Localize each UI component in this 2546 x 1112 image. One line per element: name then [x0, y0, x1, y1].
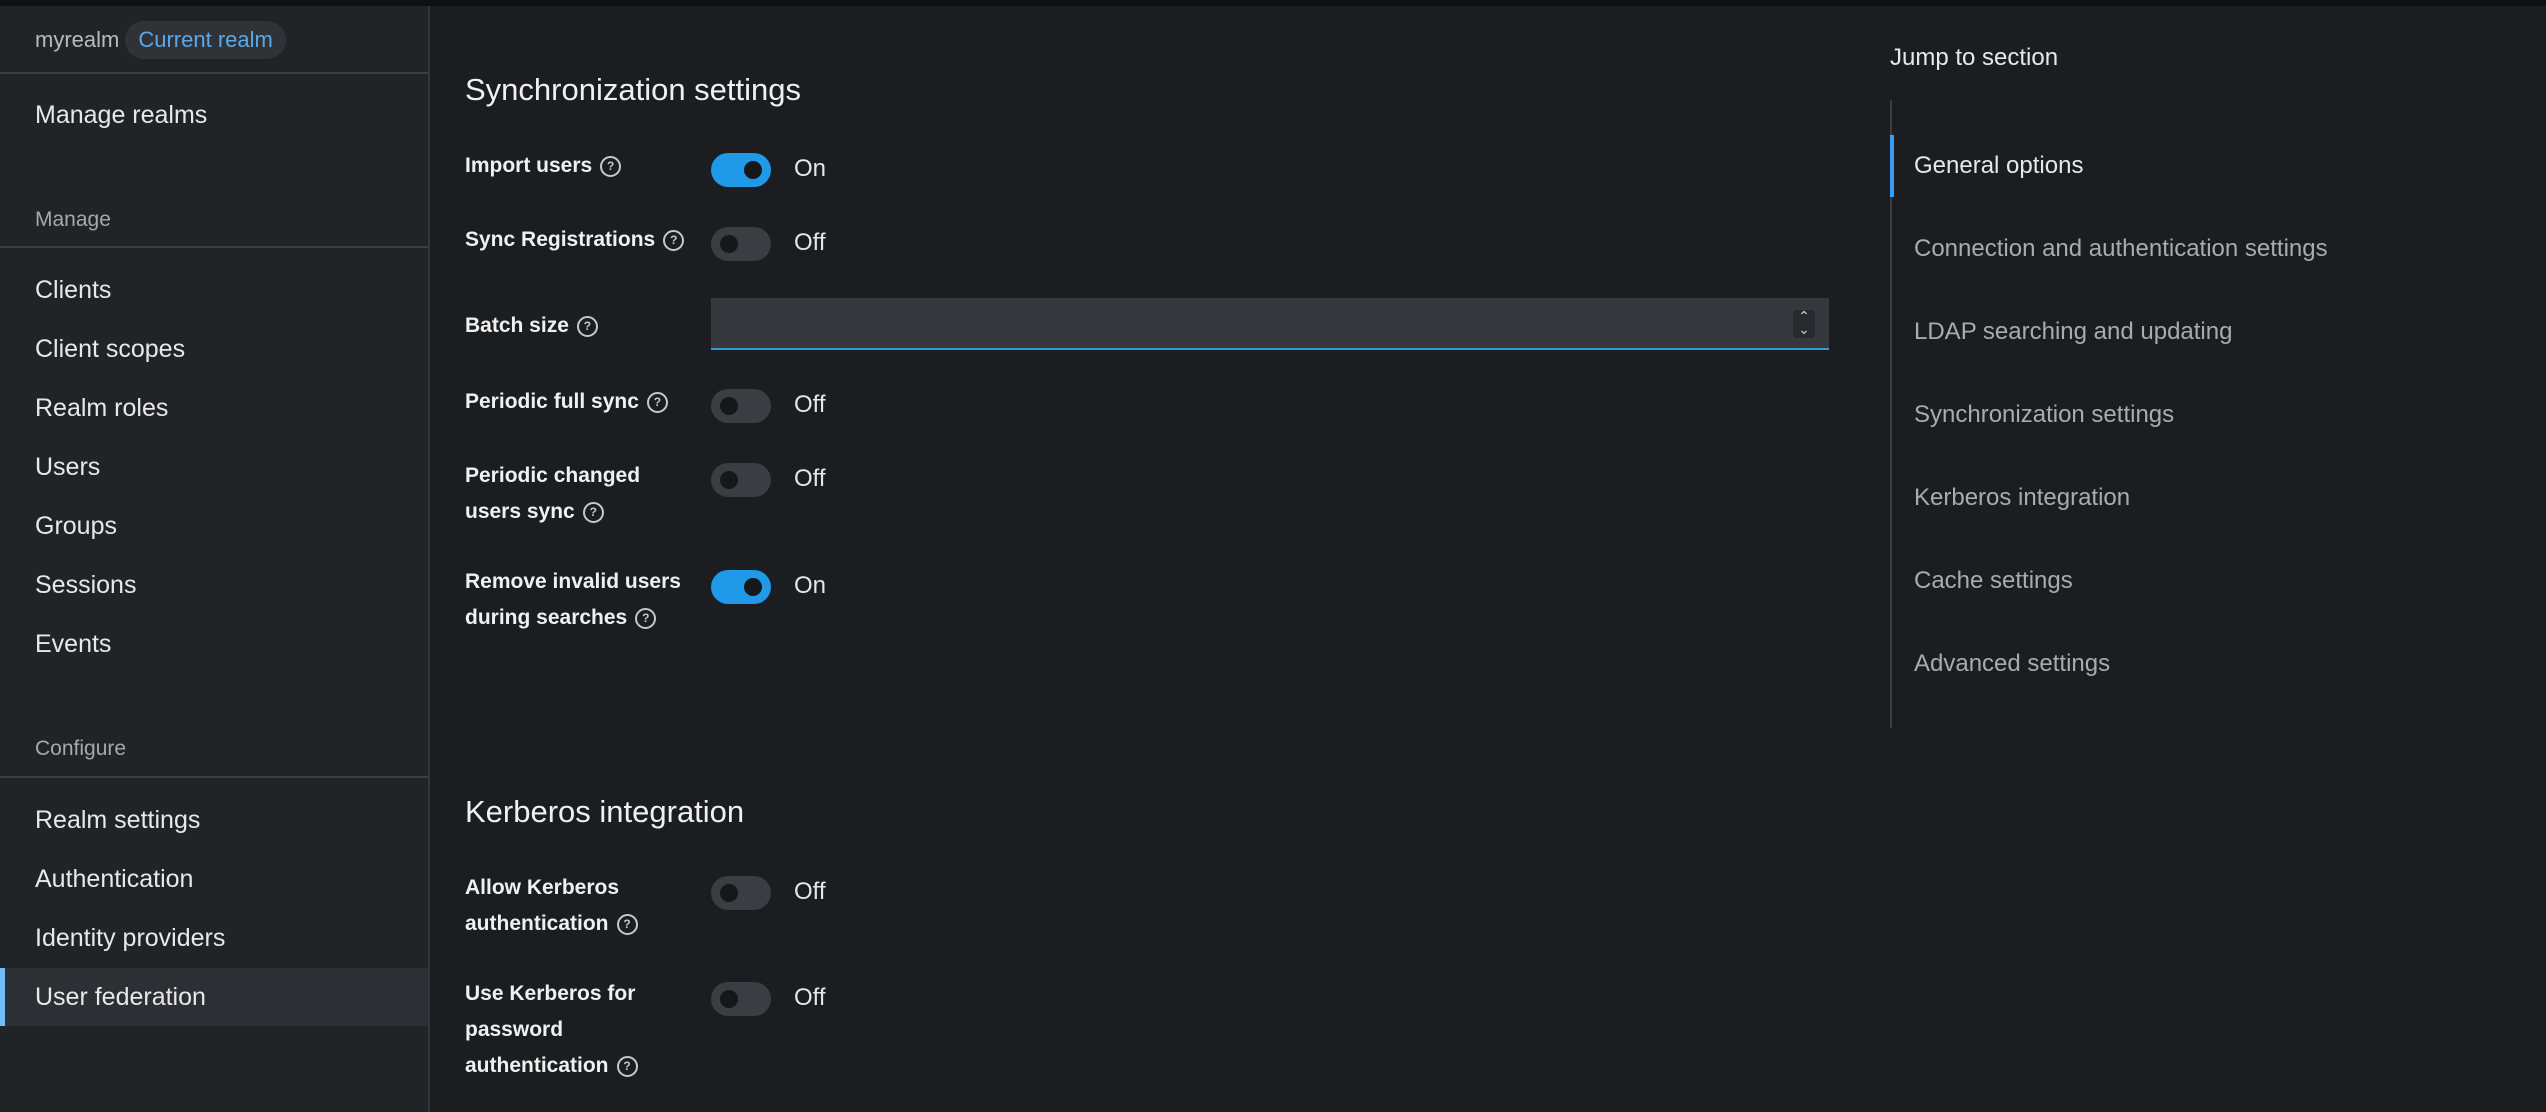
help-circle-icon[interactable]: ?: [663, 229, 685, 251]
toggle-knob: [720, 235, 738, 253]
periodic-full-sync-label-text: Periodic full sync: [465, 390, 639, 413]
realm-name: myrealm: [35, 27, 120, 52]
import-users-label-text: Import users: [465, 154, 593, 177]
section-title-synchronization: Synchronization settings: [465, 72, 802, 107]
sidebar-item-users[interactable]: Users: [0, 438, 428, 496]
jump-item-kerberos[interactable]: Kerberos integration: [1890, 467, 2450, 529]
sidebar-item-realm-settings[interactable]: Realm settings: [0, 791, 428, 849]
periodic-changed-sync-label: Periodic changed users sync?: [465, 458, 685, 530]
sync-registrations-toggle[interactable]: [711, 227, 771, 261]
batch-size-input[interactable]: ⌃ ⌄: [711, 298, 1829, 350]
sidebar-item-client-scopes[interactable]: Client scopes: [0, 320, 428, 378]
current-realm-badge: Current realm: [125, 21, 286, 59]
label-line: authentication: [465, 912, 609, 935]
help-circle-icon[interactable]: ?: [582, 501, 604, 523]
help-circle-icon[interactable]: ?: [576, 315, 598, 337]
jump-item-advanced[interactable]: Advanced settings: [1890, 633, 2450, 695]
jump-item-general-options[interactable]: General options: [1890, 135, 2450, 197]
jump-to-section-title: Jump to section: [1890, 44, 2059, 71]
sidebar-item-authentication[interactable]: Authentication: [0, 850, 428, 908]
sidebar-item-user-federation[interactable]: User federation: [0, 968, 428, 1026]
use-kerberos-password-toggle[interactable]: [711, 982, 771, 1016]
sidebar-item-identity-providers[interactable]: Identity providers: [0, 909, 428, 967]
label-line: Periodic changed: [465, 464, 641, 487]
allow-kerberos-state: Off: [794, 878, 826, 905]
allow-kerberos-label: Allow Kerberos authentication?: [465, 870, 685, 942]
sync-registrations-label-text: Sync Registrations: [465, 228, 656, 251]
help-circle-icon[interactable]: ?: [616, 913, 638, 935]
toggle-knob: [744, 161, 762, 179]
sync-registrations-label: Sync Registrations?: [465, 222, 685, 258]
jump-item-ldap-searching[interactable]: LDAP searching and updating: [1890, 301, 2450, 363]
remove-invalid-users-state: On: [794, 572, 827, 599]
sidebar-item-sessions[interactable]: Sessions: [0, 556, 428, 614]
label-line: password: [465, 1018, 564, 1041]
sidebar-item-clients[interactable]: Clients: [0, 261, 428, 319]
jump-item-synchronization[interactable]: Synchronization settings: [1890, 384, 2450, 446]
number-spinner-icon[interactable]: ⌃ ⌄: [1793, 309, 1815, 338]
use-kerberos-password-state: Off: [794, 984, 826, 1011]
section-title-kerberos: Kerberos integration: [465, 794, 745, 829]
jump-item-connection-authentication[interactable]: Connection and authentication settings: [1890, 218, 2450, 280]
sidebar-item-groups[interactable]: Groups: [0, 497, 428, 555]
help-circle-icon[interactable]: ?: [616, 1055, 638, 1077]
periodic-changed-sync-state: Off: [794, 465, 826, 492]
jump-item-cache[interactable]: Cache settings: [1890, 550, 2450, 612]
label-line: Remove invalid users: [465, 570, 681, 593]
periodic-full-sync-toggle[interactable]: [711, 389, 771, 423]
label-line: users sync: [465, 500, 575, 523]
toggle-knob: [720, 471, 738, 489]
sidebar-section-configure: Configure: [35, 737, 127, 760]
remove-invalid-users-toggle[interactable]: [711, 570, 771, 604]
sidebar-item-events[interactable]: Events: [0, 615, 428, 673]
sidebar-divider: [0, 776, 428, 778]
periodic-full-sync-state: Off: [794, 391, 826, 418]
sidebar-item-manage-realms[interactable]: Manage realms: [0, 86, 428, 144]
periodic-full-sync-label: Periodic full sync?: [465, 384, 685, 420]
label-line: Use Kerberos for: [465, 982, 636, 1005]
toggle-knob: [720, 990, 738, 1008]
sidebar-divider: [0, 246, 428, 248]
toggle-knob: [744, 578, 762, 596]
help-circle-icon[interactable]: ?: [646, 391, 668, 413]
sidebar-divider: [0, 72, 428, 74]
toggle-knob: [720, 397, 738, 415]
help-circle-icon[interactable]: ?: [635, 607, 657, 629]
toggle-knob: [720, 884, 738, 902]
import-users-state: On: [794, 155, 827, 182]
remove-invalid-users-label: Remove invalid users during searches?: [465, 564, 685, 636]
use-kerberos-password-label: Use Kerberos for password authentication…: [465, 976, 685, 1084]
allow-kerberos-toggle[interactable]: [711, 876, 771, 910]
periodic-changed-sync-toggle[interactable]: [711, 463, 771, 497]
sidebar: myrealm Current realm Manage realms Mana…: [0, 6, 430, 1112]
label-line: Allow Kerberos: [465, 876, 620, 899]
batch-size-label-text: Batch size: [465, 314, 569, 337]
import-users-toggle[interactable]: [711, 153, 771, 187]
batch-size-label: Batch size?: [465, 308, 685, 344]
sidebar-item-realm-roles[interactable]: Realm roles: [0, 379, 428, 437]
label-line: authentication: [465, 1054, 609, 1077]
realm-selector[interactable]: myrealm Current realm: [35, 20, 286, 60]
import-users-label: Import users?: [465, 148, 685, 184]
label-line: during searches: [465, 606, 628, 629]
sync-registrations-state: Off: [794, 229, 826, 256]
sidebar-section-manage: Manage: [35, 208, 111, 231]
help-circle-icon[interactable]: ?: [600, 155, 622, 177]
